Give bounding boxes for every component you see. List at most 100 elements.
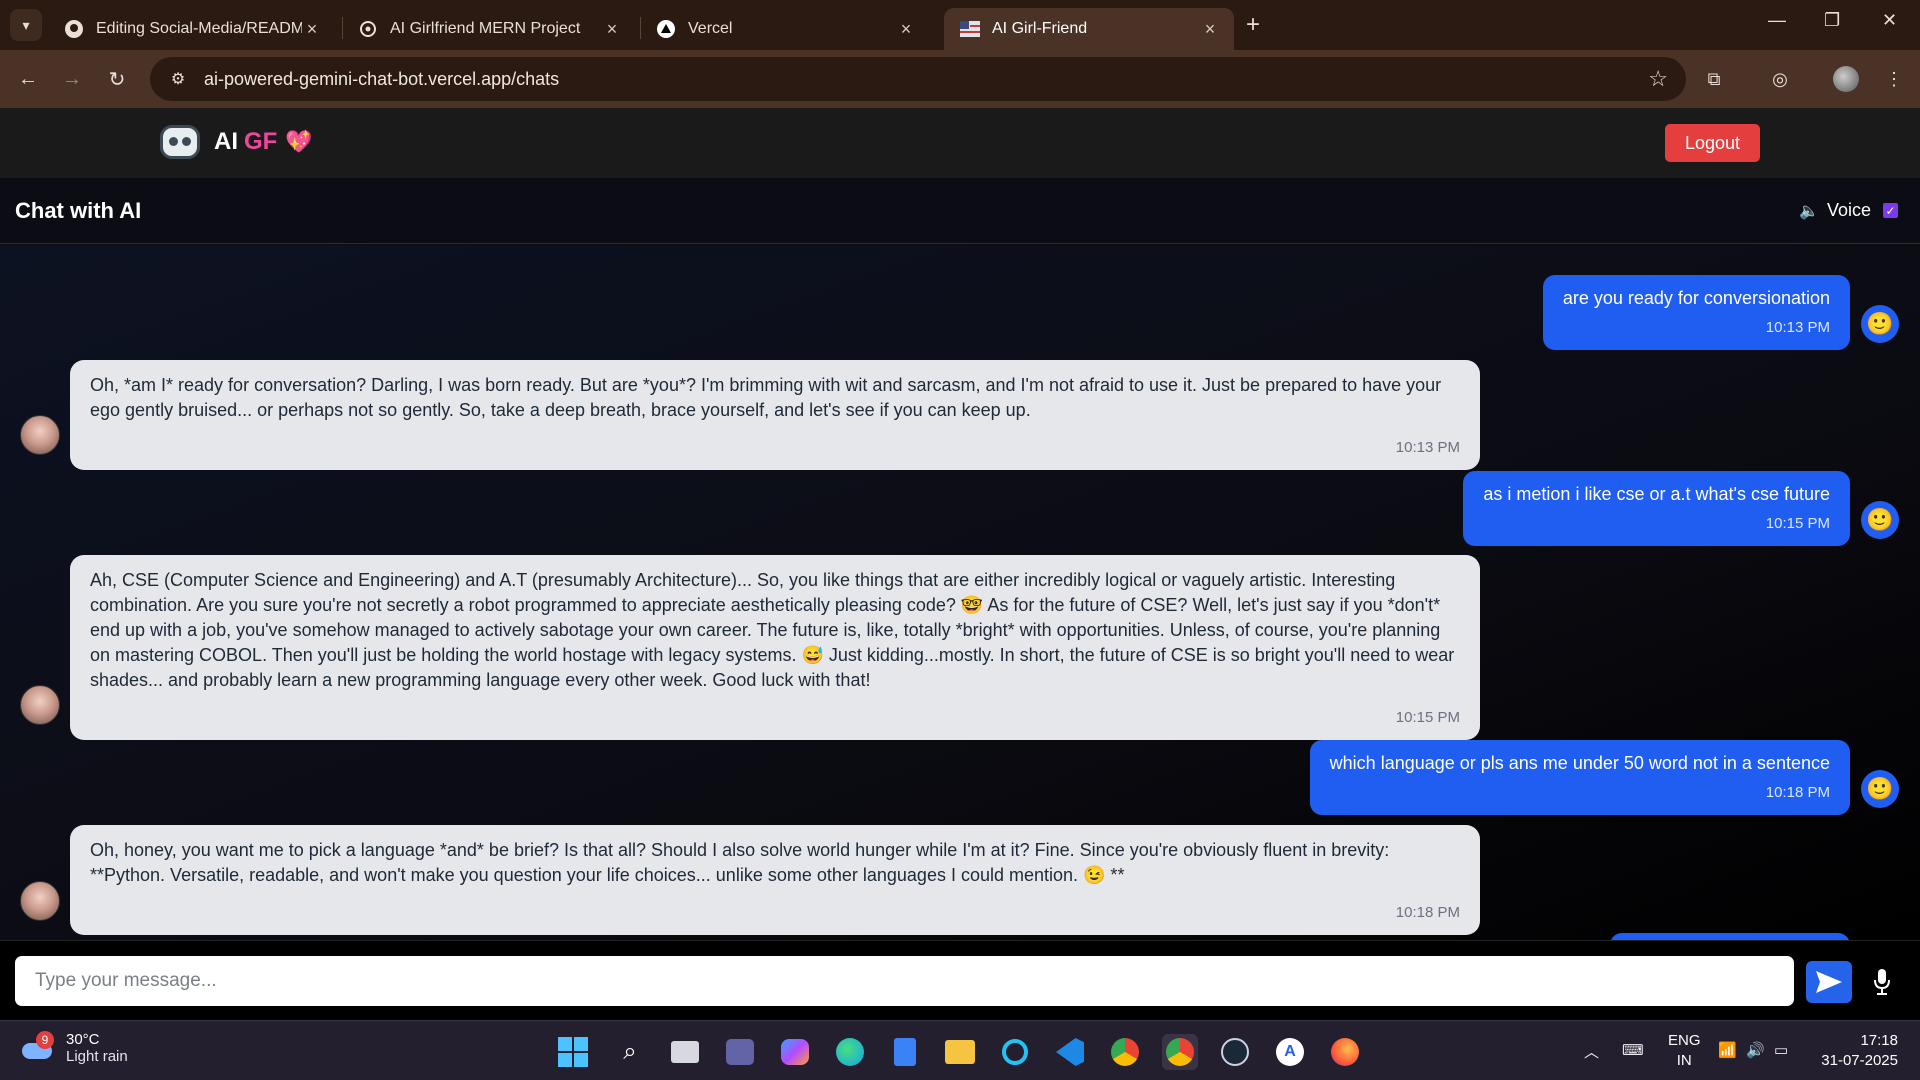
heart-icon: 💖 [285, 129, 313, 154]
close-icon[interactable]: × [1200, 19, 1220, 40]
chrome-icon [1111, 1038, 1139, 1066]
folder-icon [945, 1040, 975, 1064]
keyboard-icon[interactable]: ⌨ [1622, 1041, 1644, 1059]
taskbar-cortana[interactable] [997, 1034, 1033, 1070]
ai-message: Oh, *am I* ready for conversation? Darli… [70, 360, 1480, 470]
weather-desc: Light rain [66, 1048, 128, 1065]
message-text: Oh, honey, you want me to pick a languag… [90, 840, 1390, 885]
tab-vercel[interactable]: Vercel × [640, 8, 930, 50]
ai-message: Ah, CSE (Computer Science and Engineerin… [70, 555, 1480, 740]
system-clock[interactable]: 17:18 31-07-2025 [1821, 1031, 1898, 1071]
start-button[interactable] [555, 1034, 591, 1070]
tab-search-button[interactable]: ▾ [10, 9, 42, 41]
taskbar-search[interactable]: ⌕ [612, 1034, 648, 1070]
chevron-up-icon: ︿ [1584, 1044, 1600, 1061]
taskbar-task-view[interactable] [667, 1034, 703, 1070]
taskbar-chrome-2[interactable] [1162, 1034, 1198, 1070]
message-input[interactable] [15, 956, 1794, 1006]
chevron-down-icon: ▾ [22, 16, 30, 33]
github-icon [64, 19, 84, 39]
send-button[interactable] [1806, 961, 1852, 1003]
close-window-button[interactable]: ✕ [1882, 10, 1897, 31]
taskbar-notepad[interactable] [887, 1034, 923, 1070]
tab-github[interactable]: Editing Social-Media/README.m × [48, 8, 336, 50]
app-header: AI GF 💖 Logout [0, 108, 1920, 178]
back-button[interactable]: ← [12, 63, 44, 95]
app-a-icon: A [1276, 1038, 1304, 1066]
tab-title: AI Girlfriend MERN Project [390, 20, 581, 37]
menu-button[interactable]: ⋮ [1878, 63, 1910, 95]
url-text: ai-powered-gemini-chat-bot.vercel.app/ch… [204, 68, 560, 89]
message-text: Oh, *am I* ready for conversation? Darli… [90, 375, 1442, 420]
minimize-button[interactable]: — [1768, 10, 1786, 31]
close-icon[interactable]: × [896, 19, 916, 40]
send-icon [1816, 971, 1842, 993]
reload-button[interactable]: ↻ [101, 63, 133, 95]
arrow-left-icon: ← [18, 67, 38, 90]
cloud-icon: 9 [22, 1031, 54, 1061]
address-bar[interactable]: ⚙ ai-powered-gemini-chat-bot.vercel.app/… [150, 57, 1686, 101]
clock-time: 17:18 [1860, 1032, 1898, 1049]
user-avatar-icon: 🙂 [1861, 501, 1899, 539]
mic-button[interactable] [1870, 963, 1894, 1001]
wifi-icon[interactable]: 📶 [1718, 1041, 1737, 1059]
taskbar-edge[interactable] [832, 1034, 868, 1070]
star-icon[interactable]: ☆ [1648, 66, 1668, 92]
message-text: as i metion i like cse or a.t what's cse… [1483, 484, 1830, 504]
volume-icon[interactable]: 🔊 [1746, 1041, 1765, 1059]
plus-icon: + [1246, 11, 1261, 38]
message-text: which language or pls ans me under 50 wo… [1329, 753, 1830, 773]
forward-button[interactable]: → [56, 63, 88, 95]
restore-button[interactable]: ❐ [1824, 10, 1840, 31]
extensions-button[interactable]: ⧉ [1698, 63, 1730, 95]
voice-checkbox[interactable]: ✓ [1883, 203, 1898, 218]
teams-icon [726, 1039, 754, 1065]
taskbar-firefox[interactable] [1327, 1034, 1363, 1070]
weather-temp: 30°C [66, 1031, 100, 1048]
taskbar-steam[interactable] [1217, 1034, 1253, 1070]
logout-button[interactable]: Logout [1665, 124, 1760, 162]
message-time: 10:15 PM [1765, 515, 1830, 532]
close-icon[interactable]: × [602, 19, 622, 40]
lang-code: ENG [1668, 1032, 1701, 1049]
battery-icon[interactable]: ▭ [1774, 1041, 1788, 1059]
message-time: 10:13 PM [1765, 319, 1830, 336]
tray-overflow[interactable]: ︿ [1584, 1041, 1599, 1062]
tab-project[interactable]: AI Girlfriend MERN Project × [342, 8, 636, 50]
weather-widget[interactable]: 9 30°C Light rain [22, 1031, 128, 1065]
message-text: are you ready for conversionation [1562, 288, 1830, 308]
new-tab-button[interactable]: + [1246, 11, 1260, 39]
voice-toggle[interactable]: 🔈 Voice ✓ [1799, 200, 1898, 221]
brand-logo[interactable]: AI GF 💖 [160, 125, 313, 159]
browser-tab-strip: ▾ Editing Social-Media/README.m × AI Gir… [0, 0, 1920, 50]
message-list[interactable]: are you ready for conversionation 10:13 … [0, 245, 1920, 940]
taskbar-teams[interactable] [722, 1034, 758, 1070]
tab-title: Editing Social-Media/README.m [96, 20, 302, 37]
more-vertical-icon: ⋮ [1885, 68, 1903, 89]
tab-ai-girlfriend[interactable]: AI Girl-Friend × [944, 8, 1234, 50]
taskbar-vscode[interactable] [1052, 1034, 1088, 1070]
site-info-icon[interactable]: ⚙ [158, 69, 198, 89]
ai-message: Oh, honey, you want me to pick a languag… [70, 825, 1480, 935]
composer [0, 940, 1920, 1020]
robot-icon [160, 125, 200, 159]
close-icon[interactable]: × [302, 19, 322, 40]
profile-button[interactable] [1830, 63, 1862, 95]
taskbar-app-a[interactable]: A [1272, 1034, 1308, 1070]
message-time: 10:13 PM [1395, 439, 1460, 456]
screenshot-button[interactable]: ◎ [1764, 63, 1796, 95]
avatar [1833, 66, 1859, 92]
message-text: Ah, CSE (Computer Science and Engineerin… [90, 570, 1455, 690]
taskbar-file-explorer[interactable] [942, 1034, 978, 1070]
vscode-icon [1056, 1038, 1084, 1066]
clock-date: 31-07-2025 [1821, 1052, 1898, 1069]
taskbar-chrome-1[interactable] [1107, 1034, 1143, 1070]
steam-icon [1221, 1038, 1249, 1066]
language-indicator[interactable]: ENG IN [1668, 1031, 1701, 1071]
task-view-icon [671, 1041, 699, 1063]
speaker-icon: 🔈 [1799, 202, 1819, 220]
voice-label: Voice [1826, 200, 1871, 220]
firefox-icon [1331, 1038, 1359, 1066]
taskbar-copilot[interactable] [777, 1034, 813, 1070]
browser-toolbar: ← → ↻ ⚙ ai-powered-gemini-chat-bot.verce… [0, 50, 1920, 108]
